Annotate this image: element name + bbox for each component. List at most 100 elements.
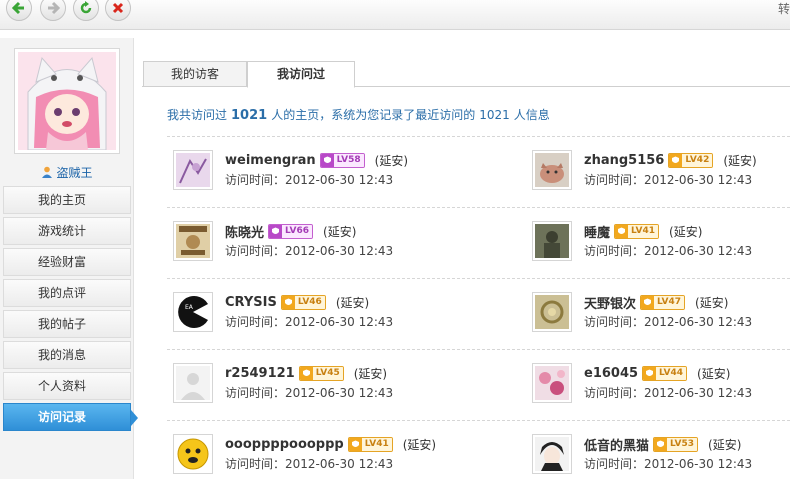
visit-time: 访问时间：2012-06-30 12:43 xyxy=(584,384,752,401)
visit-time-label: 访问时间： xyxy=(225,173,286,187)
badge-shield-icon xyxy=(669,153,683,167)
visit-time: 访问时间：2012-06-30 12:43 xyxy=(225,313,393,330)
forward-button[interactable] xyxy=(40,0,66,21)
badge-shield-icon xyxy=(320,153,334,167)
visit-card: oooppppoooppp LV41 (延安) 访问时间：2012-06-30 12:… xyxy=(173,434,493,484)
badge-shield-icon xyxy=(654,437,668,451)
visitor-avatar[interactable] xyxy=(532,292,572,332)
summary-suffix: 人信息 xyxy=(513,108,550,122)
visit-time-label: 访问时间： xyxy=(225,244,286,258)
menu-label: 我的主页 xyxy=(38,193,87,207)
visit-time-value: 2012-06-30 12:43 xyxy=(285,457,394,471)
level-badge: LV46 xyxy=(280,294,326,310)
summary-recent-count: 1021 xyxy=(479,108,510,122)
visit-time-label: 访问时间： xyxy=(225,386,286,400)
menu-label: 我的点评 xyxy=(38,286,87,300)
visitor-name[interactable]: 低音的黑猫 xyxy=(584,435,649,454)
visit-time-label: 访问时间： xyxy=(584,386,645,400)
level-badge: LV66 xyxy=(268,223,314,239)
visit-card: e16045 LV44 (延安) 访问时间：2012-06-30 12:43 xyxy=(532,363,790,413)
badge-shield-icon xyxy=(643,366,657,380)
active-menu-arrow xyxy=(131,410,138,426)
username-label: 盗贼王 xyxy=(56,165,93,180)
visit-time-label: 访问时间： xyxy=(584,315,645,329)
visitor-name[interactable]: oooppppoooppp xyxy=(225,437,344,452)
visitor-location: (延安) xyxy=(402,437,437,452)
visit-time-value: 2012-06-30 12:43 xyxy=(285,173,394,187)
visit-card: weimengran LV58 (延安) 访问时间：2012-06-30 12:43 xyxy=(173,150,493,200)
badge-shield-icon xyxy=(641,295,655,309)
stop-button[interactable] xyxy=(105,0,131,21)
visitor-name[interactable]: weimengran xyxy=(225,153,316,168)
visit-time-label: 访问时间： xyxy=(584,457,645,471)
menu-label: 游戏统计 xyxy=(38,224,87,238)
badge-shield-icon xyxy=(269,224,283,238)
badge-shield-icon xyxy=(348,437,362,451)
visitor-name[interactable]: zhang5156 xyxy=(584,153,664,168)
sidebar: 盗贼王 我的主页 游戏统计 经验财富 我的点评 我的帖子 我的消息 个人资料 访… xyxy=(0,38,134,479)
level-badge: LV44 xyxy=(642,365,688,381)
visitor-name[interactable]: 陈晓光 xyxy=(225,222,264,241)
visit-card: EA CRYSIS LV46 (延安) 访问时间：2012-06-30 12:43 xyxy=(173,292,493,342)
menu-item-visit-log[interactable]: 访问记录 xyxy=(3,403,131,431)
visit-card: 低音的黑猫 LV53 (延安) 访问时间：2012-06-30 12:43 xyxy=(532,434,790,484)
visitor-location: (延安) xyxy=(708,437,742,452)
level-label: LV58 xyxy=(333,153,364,167)
level-badge: LV47 xyxy=(640,294,686,310)
visit-time-value: 2012-06-30 12:43 xyxy=(644,457,753,471)
visit-time-label: 访问时间： xyxy=(225,457,286,471)
tab-label: 我访问过 xyxy=(276,67,325,81)
visitor-location: (延安) xyxy=(669,224,703,239)
menu-item-messages[interactable]: 我的消息 xyxy=(3,341,131,369)
level-badge: LV58 xyxy=(319,152,365,168)
visit-time: 访问时间：2012-06-30 12:43 xyxy=(584,171,752,188)
tab-my-visitors[interactable]: 我的访客 xyxy=(143,61,247,87)
visitor-avatar[interactable] xyxy=(173,150,213,190)
visit-time-value: 2012-06-30 12:43 xyxy=(285,386,394,400)
summary-prefix: 我共访问过 xyxy=(167,108,228,122)
avatar[interactable] xyxy=(14,48,120,154)
menu-label: 访问记录 xyxy=(38,410,87,424)
anime-avatar-image xyxy=(18,52,116,150)
visitor-avatar[interactable] xyxy=(532,434,572,474)
visitor-name[interactable]: CRYSIS xyxy=(225,295,277,310)
visitor-name[interactable]: e16045 xyxy=(584,366,638,381)
arrow-right-icon xyxy=(48,1,60,15)
menu-item-home[interactable]: 我的主页 xyxy=(3,186,131,214)
visitor-avatar[interactable]: EA xyxy=(173,292,213,332)
toolbar-right-glyph[interactable]: 转 xyxy=(778,0,790,17)
menu-item-experience[interactable]: 经验财富 xyxy=(3,248,131,276)
visitor-location: (延安) xyxy=(697,366,731,381)
menu-item-posts[interactable]: 我的帖子 xyxy=(3,310,131,338)
refresh-button[interactable] xyxy=(73,0,99,21)
username-link[interactable]: 盗贼王 xyxy=(0,160,134,184)
back-button[interactable] xyxy=(6,0,32,21)
visitor-name[interactable]: 睡魔 xyxy=(584,222,610,241)
visit-summary: 我共访问过 1021 人的主页，系统为您记录了最近访问的 1021 人信息 xyxy=(167,106,550,123)
menu-item-game-stats[interactable]: 游戏统计 xyxy=(3,217,131,245)
visitor-avatar[interactable] xyxy=(532,150,572,190)
arrow-left-icon xyxy=(12,1,24,15)
user-icon xyxy=(42,166,53,178)
visitor-avatar[interactable] xyxy=(532,363,572,403)
level-badge: LV41 xyxy=(614,223,660,239)
visitor-location: (延安) xyxy=(335,295,370,310)
badge-shield-icon xyxy=(281,295,295,309)
menu-label: 个人资料 xyxy=(38,379,87,393)
divider xyxy=(167,349,790,350)
visitor-avatar[interactable] xyxy=(173,221,213,261)
visit-time: 访问时间：2012-06-30 12:43 xyxy=(225,242,393,259)
visitor-avatar[interactable] xyxy=(532,221,572,261)
visit-time-value: 2012-06-30 12:43 xyxy=(285,315,394,329)
menu-item-profile[interactable]: 个人资料 xyxy=(3,372,131,400)
visit-time-value: 2012-06-30 12:43 xyxy=(285,244,394,258)
tab-visited[interactable]: 我访问过 xyxy=(247,61,355,88)
visitor-name[interactable]: 天野银次 xyxy=(584,293,636,312)
visitor-name[interactable]: r2549121 xyxy=(225,366,295,381)
menu-item-reviews[interactable]: 我的点评 xyxy=(3,279,131,307)
visit-time-value: 2012-06-30 12:43 xyxy=(644,244,753,258)
visitor-avatar[interactable] xyxy=(173,363,213,403)
level-label: LV53 xyxy=(667,437,698,451)
visitor-avatar[interactable] xyxy=(173,434,213,474)
badge-shield-icon xyxy=(615,224,629,238)
